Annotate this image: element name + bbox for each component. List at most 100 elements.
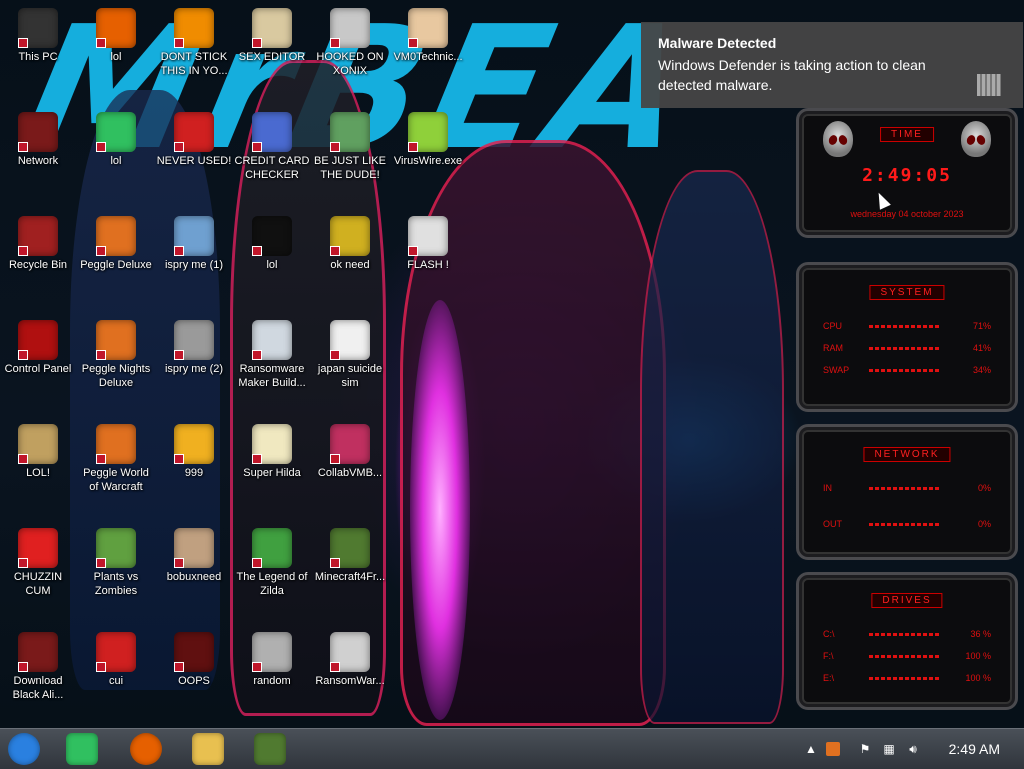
drives-row: F:\ 100 %: [823, 651, 991, 663]
shortcut-arrow-icon: [18, 454, 28, 464]
desktop-icon[interactable]: BE JUST LIKE THE DUDE!: [312, 112, 388, 182]
system-row: CPU 71%: [823, 321, 991, 333]
volume-icon[interactable]: 🔊︎: [906, 742, 920, 756]
desktop-icon[interactable]: 999: [156, 424, 232, 480]
radiation-icon: [96, 632, 136, 672]
network-tray-icon[interactable]: ▦: [882, 742, 896, 756]
desktop-icon-label: lol: [110, 51, 122, 63]
alien-icon: [18, 632, 58, 672]
shortcut-arrow-icon: [18, 246, 28, 256]
shortcut-arrow-icon: [174, 350, 184, 360]
time-date: wednesday 04 october 2023: [850, 209, 964, 219]
action-center-flag-icon[interactable]: ⚑: [858, 742, 872, 756]
network-panel-title: NETWORK: [863, 447, 951, 462]
peggle-wow-icon: [96, 424, 136, 464]
desktop-icon[interactable]: ok need: [312, 216, 388, 272]
desktop-icon[interactable]: Recycle Bin: [0, 216, 76, 272]
skull-icon: [330, 632, 370, 672]
shortcut-arrow-icon: [330, 38, 340, 48]
system-row-bar: [869, 347, 941, 350]
taskbar: ▲ ⚑ ▦ 🔊︎ 2:49 AM: [0, 728, 1024, 769]
cmd-icon: [252, 216, 292, 256]
desktop-icon[interactable]: The Legend of Zilda: [234, 528, 310, 598]
desktop-icon-label: Control Panel: [4, 363, 72, 375]
vlc-icon: [174, 8, 214, 48]
desktop-icon[interactable]: Peggle World of Warcraft: [78, 424, 154, 494]
monitor-red-icon: [174, 632, 214, 672]
desktop-icon-label: Plants vs Zombies: [93, 571, 139, 597]
desktop-icon-label: japan suicide sim: [317, 363, 383, 389]
file-explorer-icon[interactable]: [192, 733, 224, 765]
desktop-icon[interactable]: CollabVMB...: [312, 424, 388, 480]
desktop-icon-label: random: [253, 675, 291, 687]
tray-defender-icon[interactable]: [826, 742, 840, 756]
wallpaper-energy-blade: [410, 300, 470, 720]
notification-body: Windows Defender is taking action to cle…: [658, 57, 926, 93]
start-orb-icon[interactable]: [8, 733, 40, 765]
desktop-icon[interactable]: OOPS: [156, 632, 232, 688]
desktop-icon[interactable]: japan suicide sim: [312, 320, 388, 390]
shortcut-arrow-icon: [252, 246, 262, 256]
desktop[interactable]: MrBEA This PC lol DONT STICK THIS IN YO...…: [0, 0, 1024, 728]
desktop-icon[interactable]: FLASH !: [390, 216, 466, 272]
desktop-icon[interactable]: Super Hilda: [234, 424, 310, 480]
malware-notification[interactable]: Malware Detected Windows Defender is tak…: [641, 22, 1023, 108]
desktop-icon[interactable]: ispry me (1): [156, 216, 232, 272]
desktop-icon[interactable]: Plants vs Zombies: [78, 528, 154, 598]
desktop-icon[interactable]: Download Black Ali...: [0, 632, 76, 702]
monitor-icon: [330, 424, 370, 464]
desktop-icon[interactable]: DONT STICK THIS IN YO...: [156, 8, 232, 78]
desktop-icon[interactable]: Minecraft4Fr...: [312, 528, 388, 584]
green-chat-icon[interactable]: [66, 733, 98, 765]
tray-overflow-chevron-icon[interactable]: ▲: [804, 742, 818, 756]
desktop-icon[interactable]: Network: [0, 112, 76, 168]
shortcut-arrow-icon: [330, 246, 340, 256]
desktop-icon[interactable]: Ransomware Maker Build...: [234, 320, 310, 390]
desktop-icon-label: lol: [266, 259, 278, 271]
control-panel-icon: [18, 320, 58, 360]
peggle-nights-icon: [96, 320, 136, 360]
desktop-icon[interactable]: HOOKED ON XONIX: [312, 8, 388, 78]
desktop-icon[interactable]: Peggle Deluxe: [78, 216, 154, 272]
desktop-icon[interactable]: lol: [78, 112, 154, 168]
shortcut-arrow-icon: [174, 246, 184, 256]
minecraft-icon[interactable]: [254, 733, 286, 765]
desktop-icon[interactable]: This PC: [0, 8, 76, 64]
notification-title: Malware Detected: [658, 35, 777, 51]
credit-card-icon: [252, 112, 292, 152]
desktop-icon[interactable]: bobuxneed: [156, 528, 232, 584]
desktop-icon-label: OOPS: [178, 675, 210, 687]
shortcut-arrow-icon: [96, 246, 106, 256]
desktop-icon[interactable]: lol: [78, 8, 154, 64]
desktop-icon[interactable]: lol: [234, 216, 310, 272]
document-icon: [408, 216, 448, 256]
firefox-icon[interactable]: [130, 733, 162, 765]
desktop-icon[interactable]: Peggle Nights Deluxe: [78, 320, 154, 390]
desktop-icon[interactable]: random: [234, 632, 310, 688]
portrait-icon: [174, 528, 214, 568]
shortcut-arrow-icon: [330, 350, 340, 360]
drives-row-label: E:\: [823, 673, 835, 683]
desktop-icon[interactable]: RansomWar...: [312, 632, 388, 688]
drives-row-value: 36 %: [970, 629, 991, 639]
drives-panel: DRIVES C:\ 36 % F:\ 100 % E:\ 100 %: [796, 572, 1018, 710]
desktop-icon[interactable]: VirusWire.exe: [390, 112, 466, 168]
desktop-icon[interactable]: Control Panel: [0, 320, 76, 376]
desktop-icon[interactable]: CREDIT CARD CHECKER: [234, 112, 310, 182]
taskbar-clock[interactable]: 2:49 AM: [949, 741, 1000, 757]
system-row-value: 41%: [972, 343, 991, 353]
network-row-value: 0%: [977, 483, 991, 493]
desktop-icon-label: This PC: [18, 51, 58, 63]
shortcut-arrow-icon: [174, 558, 184, 568]
drives-row-value: 100 %: [965, 651, 991, 661]
desktop-icon[interactable]: NEVER USED!: [156, 112, 232, 168]
desktop-icon[interactable]: ispry me (2): [156, 320, 232, 376]
desktop-icon[interactable]: LOL!: [0, 424, 76, 480]
system-row-label: CPU: [823, 321, 843, 331]
desktop-icon[interactable]: CHUZZIN CUM: [0, 528, 76, 598]
desktop-icon[interactable]: VM0Technic...: [390, 8, 466, 64]
desktop-icon[interactable]: cui: [78, 632, 154, 688]
chuzzle-icon: [18, 528, 58, 568]
desktop-icon[interactable]: SEX EDITOR: [234, 8, 310, 64]
time-panel: TIME 2:49:05 wednesday 04 october 2023: [796, 108, 1018, 238]
